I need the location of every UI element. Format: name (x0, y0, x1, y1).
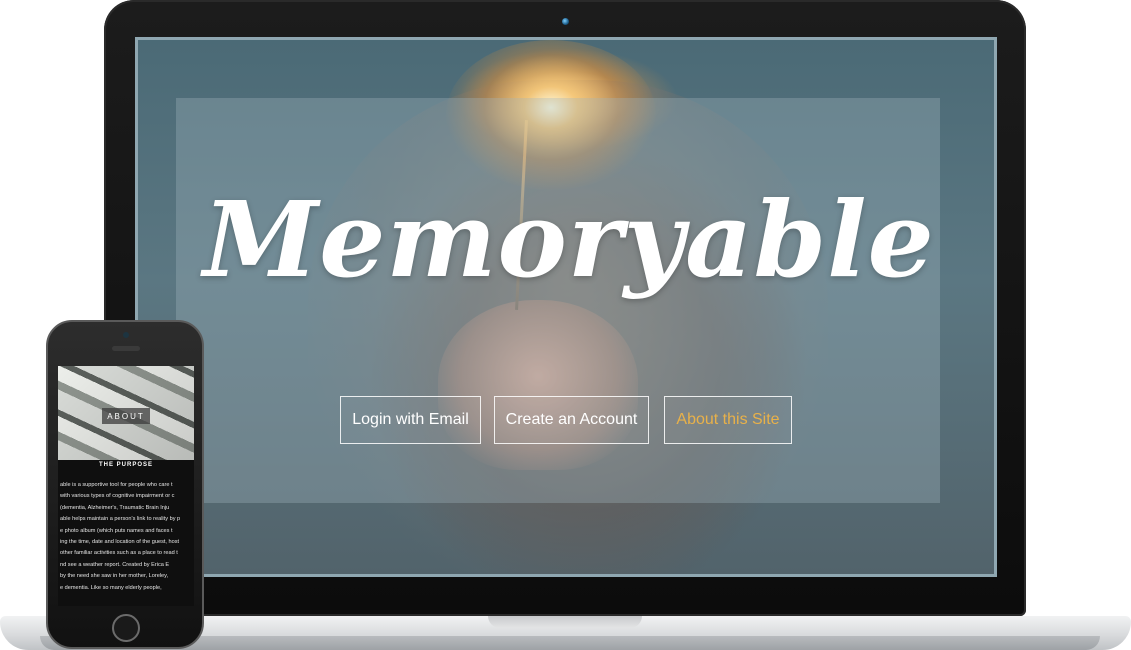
laptop-screen: Memoryable Login with Email Create an Ac… (135, 37, 997, 577)
create-account-button[interactable]: Create an Account (494, 396, 649, 444)
phone-body-line: e dementia. Like so many elderly people, (60, 584, 162, 591)
phone-speaker (112, 346, 140, 351)
phone-screen: ABOUT THE PURPOSE able is a supportive t… (58, 366, 194, 606)
hero-button-row: Login with Email Create an Account About… (138, 396, 994, 446)
phone-body-line: able is a supportive tool for people who… (60, 482, 173, 488)
phone-body-line: other familiar activities such as a plac… (60, 550, 178, 557)
phone-camera-icon (123, 332, 129, 338)
phone-body-line: nd see a weather report. Created by Eric… (60, 561, 170, 568)
phone-body-line: able helps maintain a person's link to r… (60, 516, 181, 523)
phone-body-line: (dementia, Alzheimer's, Traumatic Brain … (60, 504, 170, 511)
about-site-button[interactable]: About this Site (664, 396, 792, 444)
phone-body-text: able is a supportive tool for people who… (58, 480, 194, 594)
phone-hero-image: ABOUT (58, 366, 194, 460)
device-mockup: Memoryable Login with Email Create an Ac… (0, 0, 1131, 650)
login-with-email-button[interactable]: Login with Email (340, 396, 481, 444)
phone-section-heading: THE PURPOSE (98, 462, 153, 468)
phone-body-line: with various types of cognitive impairme… (60, 493, 175, 500)
laptop-notch (488, 616, 642, 628)
webcam-icon (562, 18, 569, 25)
phone-device: ABOUT THE PURPOSE able is a supportive t… (46, 320, 204, 649)
site-logo: Memoryable (203, 178, 935, 301)
phone-body-line: e photo album (which puts names and face… (60, 527, 173, 534)
phone-home-button[interactable] (112, 614, 140, 642)
phone-body-line: by the need she saw in her mother, Lorel… (60, 573, 169, 580)
phone-about-label: ABOUT (102, 408, 150, 424)
phone-body-line: ing the time, date and location of the g… (60, 538, 180, 545)
